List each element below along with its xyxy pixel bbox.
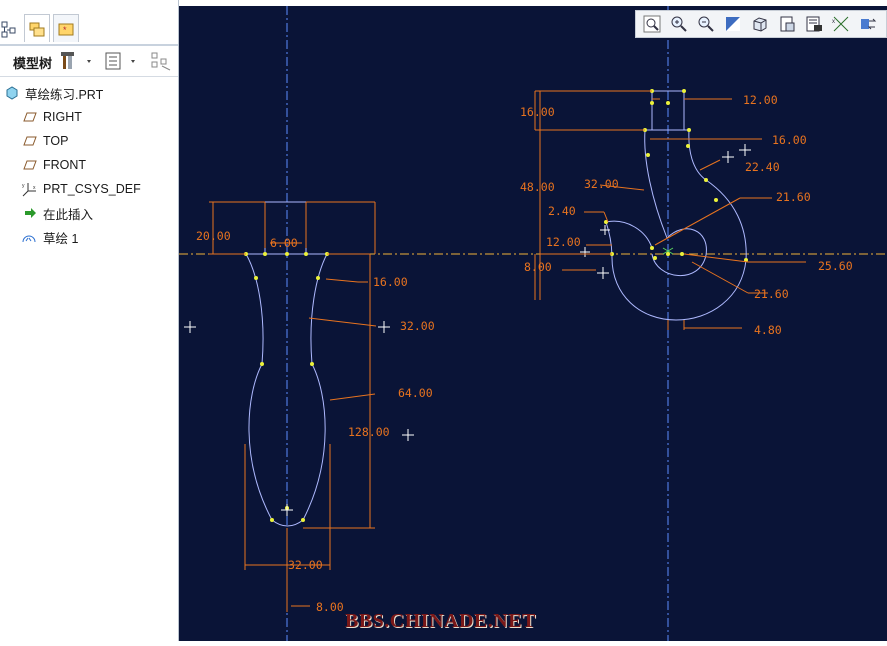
dim-label: 12.00 <box>546 235 581 249</box>
zoom-out-button[interactable] <box>694 13 718 35</box>
repaint-button[interactable] <box>721 13 745 35</box>
tree-item-insert-here[interactable]: 在此插入 <box>22 202 93 224</box>
tree-item-label: FRONT <box>43 158 87 172</box>
model-tree-title: 模型树 <box>13 56 53 71</box>
datum-display-icon: x <box>832 16 849 32</box>
settings-button[interactable] <box>60 50 96 72</box>
zoom-in-icon <box>671 16 687 32</box>
tree-item-label: 草绘 1 <box>43 231 79 246</box>
datum-plane-icon <box>22 133 38 149</box>
datum-display-button[interactable]: x <box>829 13 853 35</box>
dim-label: 22.40 <box>745 160 780 174</box>
insert-here-arrow-icon <box>22 205 38 221</box>
folder-star-icon: * <box>58 23 74 35</box>
dim-label: 64.00 <box>398 386 433 400</box>
tree-item-csys[interactable]: yx PRT_CSYS_DEF <box>22 178 141 200</box>
refit-button[interactable] <box>640 13 664 35</box>
tree-item-label: TOP <box>43 134 69 148</box>
dimension-labels: 20.00 6.00 16.00 32.00 64.00 128.00 32.0… <box>196 93 853 614</box>
saved-views-icon <box>780 16 795 32</box>
sketch-vertices <box>244 89 748 522</box>
dim-label: 8.00 <box>316 600 344 614</box>
refit-icon <box>643 15 661 33</box>
dim-label: 32.00 <box>400 319 435 333</box>
tree-item-label: 在此插入 <box>43 207 94 222</box>
sketch-points <box>184 144 751 516</box>
dim-label: 21.60 <box>776 190 811 204</box>
sketch-canvas[interactable]: 20.00 6.00 16.00 32.00 64.00 128.00 32.0… <box>179 6 887 641</box>
dim-label: 4.80 <box>754 323 782 337</box>
display-style-icon <box>806 16 822 32</box>
tree-filter-button[interactable] <box>150 50 174 72</box>
list-document-icon <box>105 52 135 70</box>
tree-item-right[interactable]: RIGHT <box>22 106 82 128</box>
dim-label: 16.00 <box>772 133 807 147</box>
svg-text:x: x <box>832 19 835 25</box>
sketcher-display-button[interactable] <box>856 13 880 35</box>
sketcher-display-icon <box>861 18 877 30</box>
folder-tree-icon <box>29 22 45 36</box>
dim-label: 21.60 <box>754 287 789 301</box>
dim-label: 2.40 <box>548 204 576 218</box>
orientation-icon <box>753 17 767 32</box>
watermark: BBS.CHINADE.NET <box>345 610 536 632</box>
tree-item-top[interactable]: TOP <box>22 130 68 152</box>
dim-label: 25.60 <box>818 259 853 273</box>
tree-item-label: 草绘练习.PRT <box>25 87 104 102</box>
datum-plane-icon <box>22 157 38 173</box>
dim-label: 16.00 <box>373 275 408 289</box>
tree-item-sketch[interactable]: ※ 草绘 1 <box>22 226 78 248</box>
dim-label: 16.00 <box>520 105 555 119</box>
svg-text:x: x <box>33 185 36 191</box>
zoom-in-button[interactable] <box>667 13 691 35</box>
tab-model-tree[interactable] <box>24 14 50 42</box>
dim-label: 32.00 <box>288 558 323 572</box>
coordinate-system-icon: yx <box>22 181 38 197</box>
tree-item-label: PRT_CSYS_DEF <box>43 182 141 196</box>
orientation-button[interactable] <box>748 13 772 35</box>
hook-profile[interactable] <box>605 90 747 321</box>
repaint-icon <box>726 17 740 31</box>
tree-filter-icon <box>151 52 171 71</box>
tree-item-part[interactable]: 草绘练习.PRT <box>4 82 103 104</box>
dim-label: 8.00 <box>524 260 552 274</box>
tree-item-front[interactable]: FRONT <box>22 154 86 176</box>
show-button[interactable] <box>104 50 140 72</box>
tab-folder-browser[interactable]: * <box>53 14 79 42</box>
part-icon <box>4 85 20 101</box>
tree-item-label: RIGHT <box>43 110 82 124</box>
dim-label: 6.00 <box>270 236 298 250</box>
sketch-icon: ※ <box>22 229 38 245</box>
datum-plane-icon <box>22 109 38 125</box>
dim-label: 20.00 <box>196 229 231 243</box>
dimension-lines <box>209 90 806 612</box>
tree-structure-icon[interactable] <box>1 20 19 38</box>
saved-views-button[interactable] <box>775 13 799 35</box>
svg-text:*: * <box>63 25 67 35</box>
display-style-button[interactable] <box>802 13 826 35</box>
graphics-window[interactable]: 20.00 6.00 16.00 32.00 64.00 128.00 32.0… <box>179 6 887 641</box>
dim-label: 128.00 <box>348 425 390 439</box>
zoom-out-icon <box>698 16 714 32</box>
view-toolbar: x <box>635 10 887 38</box>
navigator-tabs: * <box>0 0 178 46</box>
dim-label: 12.00 <box>743 93 778 107</box>
dim-label: 32.00 <box>584 177 619 191</box>
tools-icon <box>61 52 91 69</box>
svg-text:y: y <box>22 183 25 189</box>
dim-label: 48.00 <box>520 180 555 194</box>
